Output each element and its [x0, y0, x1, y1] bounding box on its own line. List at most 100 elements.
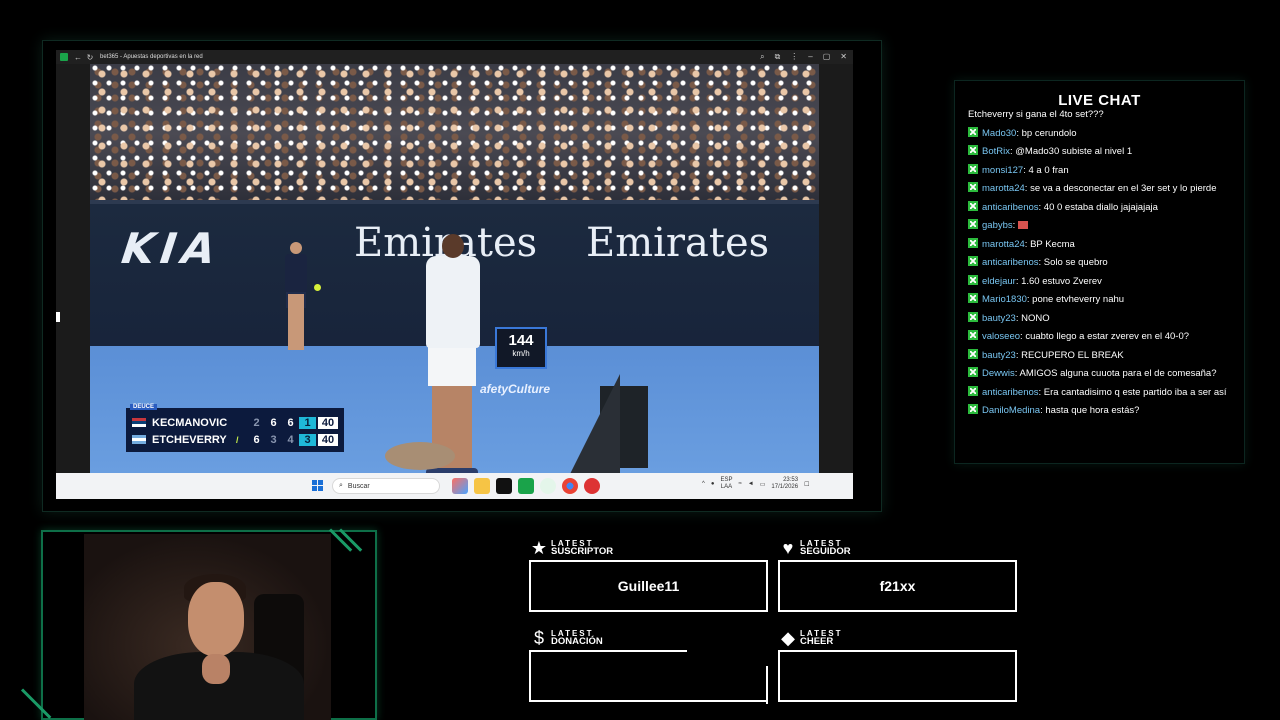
chat-user: marotta24	[982, 183, 1025, 194]
taskbar-apps	[452, 478, 600, 494]
current-games: 3	[299, 433, 316, 446]
chat-user: marotta24	[982, 238, 1025, 250]
lang-line-2: LAA	[720, 484, 733, 490]
date: 17/1/2026	[771, 484, 799, 490]
stat-label-2: CHEER	[800, 636, 834, 647]
boom-mic	[385, 442, 455, 470]
set-score: 6	[287, 416, 294, 429]
folder-icon[interactable]	[474, 478, 490, 494]
chat-text: RECUPERO EL BREAK	[1021, 349, 1124, 361]
chat-text: 4 a 0 fran	[1028, 164, 1069, 176]
stat-value-box: f21xx	[778, 560, 1017, 612]
kick-badge-icon	[968, 163, 978, 174]
kick-badge-icon	[968, 367, 978, 377]
minimize-icon[interactable]: –	[808, 52, 812, 62]
chat-user: Dewwis	[982, 368, 1015, 379]
chat-message: gabybs:	[968, 219, 1232, 232]
close-icon[interactable]: ✕	[840, 52, 847, 62]
kick-badge-icon	[968, 293, 978, 303]
set-score: 6	[270, 416, 277, 429]
chat-messages: Etcheverry si gana el 4to set??? Mado30:…	[968, 109, 1232, 423]
app-icon	[60, 53, 68, 61]
chat-text: @Mado30 subiste al nivel 1	[1015, 146, 1133, 157]
microphone-icon[interactable]: ●	[711, 481, 715, 487]
kick-badge-icon	[968, 311, 978, 322]
score-tag: DEUCE	[130, 404, 158, 410]
zoom-icon[interactable]: ⌕	[760, 52, 764, 62]
webcam-feed	[84, 534, 331, 720]
serve-speed: 144 km/h	[495, 327, 547, 369]
chat-text: 1.60 estuvo Zverev	[1021, 275, 1102, 287]
chat-text: AMIGOS alguna cuuota para el de comesaña…	[1019, 368, 1217, 379]
chat-user: anticaribenos	[982, 257, 1039, 268]
kick-badge-icon	[968, 126, 978, 137]
serve-speed-value: 144	[508, 332, 534, 349]
chat-message: DaniloMedina: hasta que hora estás?	[968, 404, 1232, 417]
chat-message: Mado30: bp cerundolo	[968, 126, 1232, 140]
kick-badge-icon	[968, 348, 978, 359]
battery-icon[interactable]: ▭	[760, 481, 766, 488]
stat-label-2: SEGUIDOR	[800, 546, 851, 557]
chat-message: Mario1830: pone etvheverry nahu	[968, 293, 1232, 306]
kick-badge-icon	[968, 145, 978, 155]
notification-icon[interactable]: ☐	[804, 481, 809, 488]
chat-text: se va a desconectar en el 3er set y lo p…	[1030, 183, 1217, 194]
kick-badge-icon	[968, 219, 978, 229]
tennis-player	[420, 234, 490, 473]
menu-icon[interactable]: ⋮	[790, 52, 798, 62]
set-score: 6	[253, 433, 260, 446]
tennis-ball	[314, 284, 321, 291]
system-tray: ^ ● ESP LAA ≈ ◄ ▭ 23:53 17/1/2026 ☐	[702, 477, 809, 491]
chat-message: Dewwis: AMIGOS alguna cuuota para el de …	[968, 367, 1232, 380]
chat-title: LIVE CHAT	[1058, 92, 1141, 109]
match-video[interactable]: KIA Emirates Emirates 144 km/h afetyCult…	[90, 64, 819, 473]
stat-label-2: SUSCRIPTOR	[551, 546, 614, 557]
player-name: ETCHEVERRY	[152, 433, 227, 446]
current-games: 1	[299, 416, 316, 429]
browser-title: bet365 - Apuestas deportivas en la red	[100, 54, 203, 60]
extensions-icon[interactable]: ⧉	[775, 52, 781, 62]
crowd	[90, 64, 819, 204]
whatsapp-icon[interactable]	[540, 478, 556, 494]
restore-icon[interactable]: ▢	[823, 52, 831, 62]
scoreboard: DEUCE KECMANOVIC 2 6 6 1 40 ETCHEVERRY /…	[126, 404, 344, 452]
back-icon[interactable]: ←	[73, 53, 83, 62]
chat-message: bauty23: NONO	[968, 311, 1232, 325]
chat-text: Etcheverry si gana el 4to set???	[968, 109, 1104, 120]
chat-message: marotta24: se va a desconectar en el 3er…	[968, 182, 1232, 195]
chat-user: monsi127	[982, 164, 1024, 176]
app-red-icon[interactable]	[584, 478, 600, 494]
wifi-icon[interactable]: ≈	[738, 481, 741, 487]
copilot-icon[interactable]	[452, 478, 468, 494]
chrome-icon[interactable]	[562, 478, 578, 494]
clock[interactable]: 23:53 17/1/2026	[771, 477, 798, 491]
chat-message: bauty23: RECUPERO EL BREAK	[968, 348, 1232, 362]
kick-badge-icon	[968, 404, 978, 414]
titlebar-controls: ⌕ ⧉ ⋮ – ▢ ✕	[760, 52, 853, 62]
taskbar-search[interactable]: ⌕ Buscar	[332, 478, 440, 494]
chat-user: anticaribenos	[982, 201, 1039, 213]
chat-message: monsi127: 4 a 0 fran	[968, 163, 1232, 177]
keyboard-language[interactable]: ESP LAA	[720, 477, 732, 491]
argentina-flag-icon	[132, 435, 146, 444]
player-name: KECMANOVIC	[152, 416, 228, 429]
chevron-up-icon[interactable]: ^	[702, 481, 705, 487]
stat-value-box: Guillee11	[529, 560, 768, 612]
chat-user: Mario1830	[982, 294, 1027, 305]
chat-text: NONO	[1021, 312, 1050, 324]
serve-speed-unit: km/h	[512, 349, 530, 358]
chat-text: 40 0 estaba diallo jajajajaja	[1043, 201, 1158, 213]
heart-icon: ♥	[782, 538, 794, 558]
windows-start-icon[interactable]	[312, 480, 324, 492]
kick-badge-icon	[968, 385, 978, 396]
reload-icon[interactable]: ↻	[85, 53, 95, 62]
points: 40	[318, 416, 338, 429]
ball-kid	[280, 234, 314, 352]
sponsor-kia: KIA	[114, 224, 229, 273]
tiktok-icon[interactable]	[496, 478, 512, 494]
chat-text: pone etvheverry nahu	[1032, 294, 1125, 305]
chat-message: anticaribenos: Solo se quebro	[968, 256, 1232, 269]
stream-overlay: ← ↻ bet365 - Apuestas deportivas en la r…	[0, 0, 1280, 720]
bet365-icon[interactable]	[518, 478, 534, 494]
volume-icon[interactable]: ◄	[748, 481, 754, 487]
